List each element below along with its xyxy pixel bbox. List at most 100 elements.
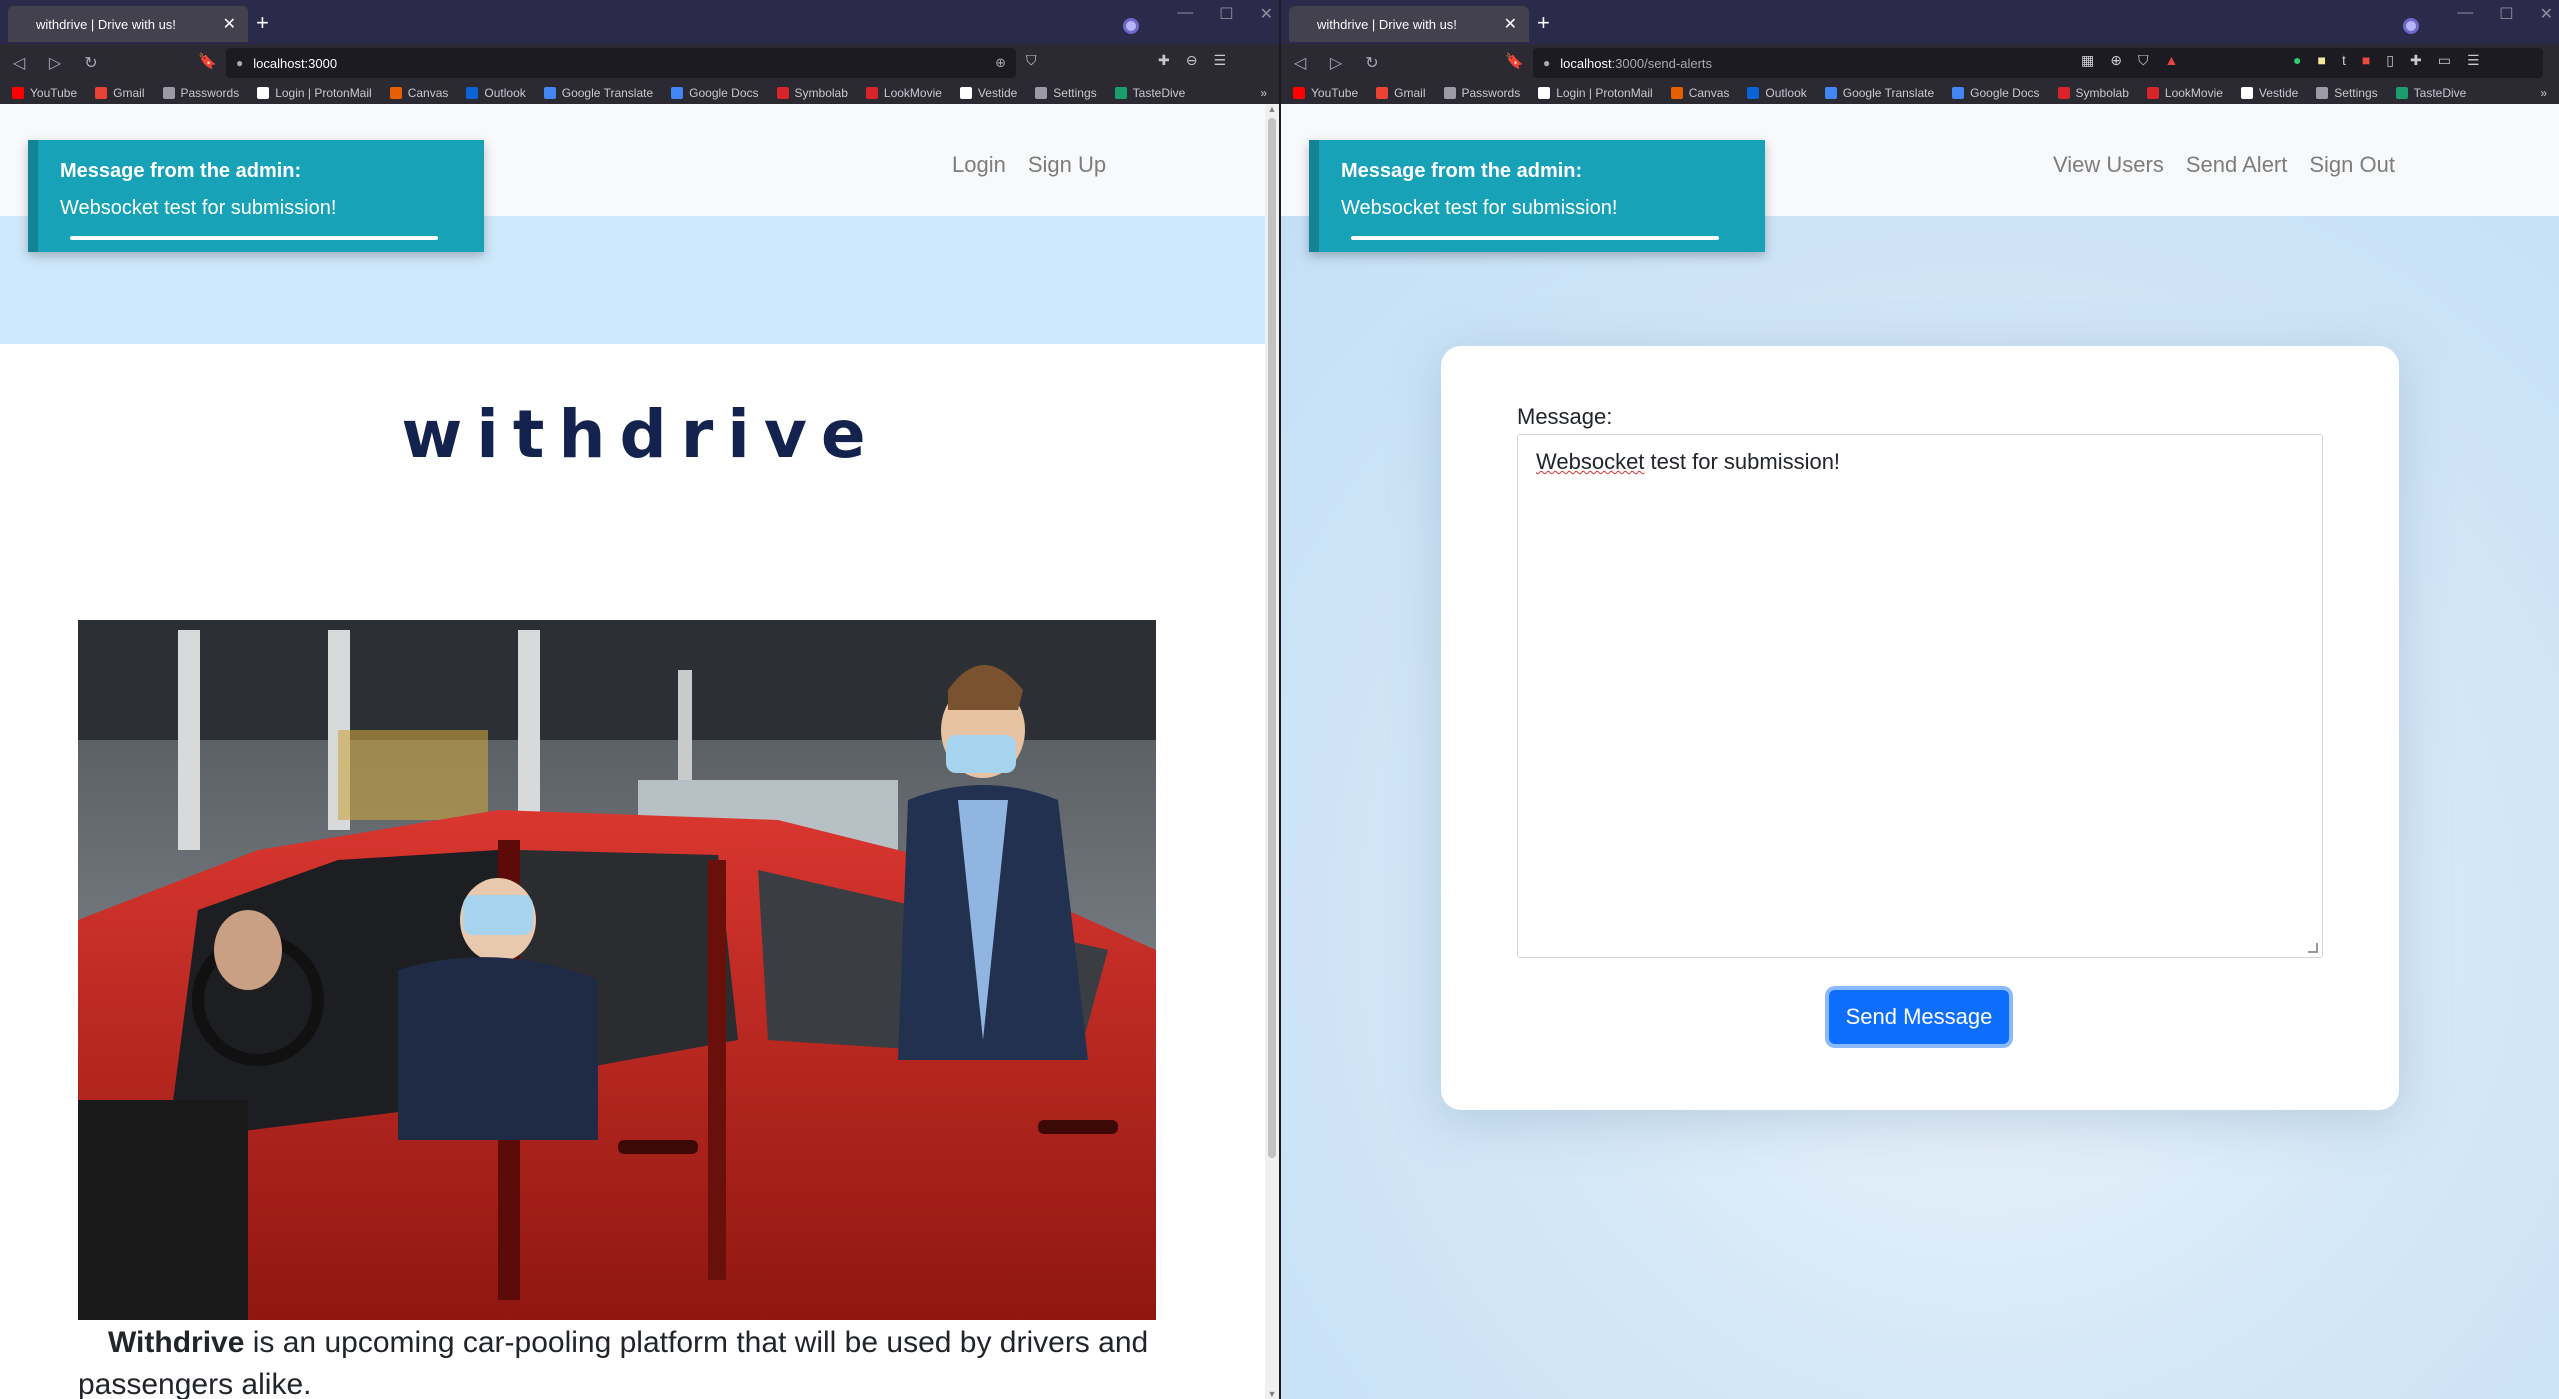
back-icon[interactable]: ◁ bbox=[10, 53, 28, 73]
page-scrollbar[interactable]: ▲ ▼ bbox=[1265, 104, 1279, 1399]
url-bar[interactable]: ● localhost:3000 ⊕ bbox=[226, 48, 1016, 78]
sign-out-link[interactable]: Sign Out bbox=[2309, 152, 2395, 178]
menu-icon[interactable]: ☰ bbox=[2467, 52, 2480, 69]
bookmark-item[interactable]: YouTube bbox=[1293, 86, 1358, 100]
extension-icons: ● ■ t ■ ▯ ✚ ▭ ☰ bbox=[2293, 52, 2480, 69]
minimize-icon[interactable]: — bbox=[2457, 4, 2473, 24]
page-content: View Users Send Alert Sign Out Message f… bbox=[1281, 104, 2559, 1399]
new-tab-icon[interactable]: + bbox=[1537, 10, 1550, 36]
resize-grip-icon[interactable] bbox=[2308, 943, 2318, 953]
warning-icon[interactable]: ▲ bbox=[2164, 52, 2178, 69]
close-tab-icon[interactable]: ✕ bbox=[223, 14, 236, 34]
browser-tab[interactable]: withdrive | Drive with us! ✕ bbox=[1289, 6, 1529, 42]
scroll-down-icon[interactable]: ▼ bbox=[1265, 1389, 1279, 1399]
bookmark-item[interactable]: Outlook bbox=[466, 86, 526, 100]
account-icon[interactable] bbox=[1123, 18, 1139, 34]
close-window-icon[interactable]: ✕ bbox=[2540, 4, 2553, 24]
info-icon[interactable]: ● bbox=[1543, 56, 1550, 70]
bookmark-item[interactable]: Login | ProtonMail bbox=[257, 86, 372, 100]
lock-icon[interactable]: ● bbox=[236, 56, 243, 70]
extension-doc-icon[interactable]: ▯ bbox=[2386, 52, 2394, 69]
extension-green-icon[interactable]: ● bbox=[2293, 52, 2301, 69]
more-bookmarks-icon[interactable]: » bbox=[2540, 86, 2547, 100]
window-controls: — ☐ ✕ bbox=[2457, 4, 2553, 24]
bookmark-label: Login | ProtonMail bbox=[1556, 86, 1653, 100]
toast-progress-bar bbox=[1351, 236, 1719, 240]
tab-title: withdrive | Drive with us! bbox=[1317, 16, 1457, 32]
bookmark-item[interactable]: Canvas bbox=[389, 86, 448, 100]
close-window-icon[interactable]: ✕ bbox=[1260, 4, 1273, 24]
bookmark-item[interactable]: Settings bbox=[1035, 86, 1097, 100]
scroll-thumb[interactable] bbox=[1268, 118, 1276, 1158]
bookmark-item[interactable]: Symbolab bbox=[776, 86, 848, 100]
window-icon[interactable]: ▭ bbox=[2438, 52, 2451, 69]
bookmark-item[interactable]: Google Translate bbox=[543, 86, 653, 100]
scroll-up-icon[interactable]: ▲ bbox=[1265, 104, 1279, 114]
maximize-icon[interactable]: ☐ bbox=[1219, 4, 1233, 24]
bookmark-item[interactable]: LookMovie bbox=[2146, 86, 2223, 100]
bookmark-favicon-icon bbox=[1035, 87, 1048, 99]
bookmark-item[interactable]: Passwords bbox=[1443, 86, 1520, 100]
send-alert-link[interactable]: Send Alert bbox=[2186, 152, 2288, 178]
new-tab-icon[interactable]: + bbox=[256, 10, 269, 36]
bookmark-item[interactable]: Passwords bbox=[162, 86, 239, 100]
extension-t-icon[interactable]: t bbox=[2342, 52, 2346, 69]
bookmark-item[interactable]: Google Docs bbox=[1952, 86, 2040, 100]
bookmark-label: LookMovie bbox=[2164, 86, 2223, 100]
extension-red-icon[interactable]: ■ bbox=[2362, 52, 2370, 69]
zoom-icon[interactable]: ⊕ bbox=[2110, 52, 2122, 69]
bookmark-label: TasteDive bbox=[1132, 86, 1186, 100]
account-icon[interactable] bbox=[2403, 18, 2419, 34]
bookmark-item[interactable]: Symbolab bbox=[2057, 86, 2129, 100]
shield-icon[interactable]: ⛉ bbox=[1026, 52, 1037, 69]
bookmark-item[interactable]: Login | ProtonMail bbox=[1538, 86, 1653, 100]
bookmark-item[interactable]: Settings bbox=[2316, 86, 2378, 100]
more-bookmarks-icon[interactable]: » bbox=[1260, 86, 1267, 100]
extension-note-icon[interactable]: ■ bbox=[2317, 52, 2325, 69]
bookmark-item[interactable]: Google Translate bbox=[1824, 86, 1934, 100]
bookmark-item[interactable]: Canvas bbox=[1670, 86, 1729, 100]
bookmark-item[interactable]: Gmail bbox=[1376, 86, 1426, 100]
nav-links: View Users Send Alert Sign Out bbox=[2053, 152, 2395, 178]
bookmark-item[interactable]: Outlook bbox=[1747, 86, 1807, 100]
view-users-link[interactable]: View Users bbox=[2053, 152, 2164, 178]
back-icon[interactable]: ◁ bbox=[1291, 53, 1309, 73]
bookmark-item[interactable]: YouTube bbox=[12, 86, 77, 100]
send-alert-card: Message: Websocket test for submission! … bbox=[1441, 346, 2399, 1110]
page-content: Login Sign Up Message from the admin: We… bbox=[0, 104, 1279, 1399]
signup-link[interactable]: Sign Up bbox=[1028, 152, 1106, 178]
bookmark-item[interactable]: Vestide bbox=[2240, 86, 2298, 100]
reload-icon[interactable]: ↻ bbox=[82, 53, 100, 73]
browser-tab[interactable]: withdrive | Drive with us! ✕ bbox=[8, 6, 248, 42]
bookmark-item[interactable]: Google Docs bbox=[671, 86, 759, 100]
maximize-icon[interactable]: ☐ bbox=[2499, 4, 2513, 24]
glasses-icon[interactable]: ⊖ bbox=[1186, 52, 1198, 69]
menu-icon[interactable]: ☰ bbox=[1213, 52, 1226, 69]
forward-icon[interactable]: ▷ bbox=[1327, 53, 1345, 73]
minimize-icon[interactable]: — bbox=[1177, 4, 1193, 24]
bookmark-page-icon[interactable]: 🔖 bbox=[198, 52, 217, 70]
bookmark-item[interactable]: TasteDive bbox=[2395, 86, 2466, 100]
send-message-button[interactable]: Send Message bbox=[1829, 990, 2009, 1044]
bookmark-favicon-icon bbox=[1114, 87, 1127, 99]
qr-icon[interactable]: ▦ bbox=[2081, 52, 2094, 69]
shield-icon[interactable]: ⛉ bbox=[2138, 52, 2149, 69]
bookmark-item[interactable]: TasteDive bbox=[1114, 86, 1186, 100]
url-path: :3000/send-alerts bbox=[1611, 55, 1713, 71]
bookmark-item[interactable]: Vestide bbox=[959, 86, 1017, 100]
puzzle-icon[interactable]: ✚ bbox=[1158, 52, 1170, 69]
bookmark-label: Outlook bbox=[1765, 86, 1807, 100]
bookmark-item[interactable]: LookMovie bbox=[865, 86, 942, 100]
bookmark-item[interactable]: Gmail bbox=[95, 86, 145, 100]
close-tab-icon[interactable]: ✕ bbox=[1504, 14, 1517, 34]
reload-icon[interactable]: ↻ bbox=[1363, 53, 1381, 73]
login-link[interactable]: Login bbox=[952, 152, 1006, 178]
bookmark-label: Gmail bbox=[1394, 86, 1426, 100]
forward-icon[interactable]: ▷ bbox=[46, 53, 64, 73]
bookmark-page-icon[interactable]: 🔖 bbox=[1505, 52, 1524, 70]
message-textarea[interactable]: Websocket test for submission! bbox=[1517, 434, 2323, 958]
puzzle-icon[interactable]: ✚ bbox=[2410, 52, 2422, 69]
bookmark-favicon-icon bbox=[1952, 87, 1965, 99]
bookmark-label: Settings bbox=[1053, 86, 1097, 100]
zoom-icon[interactable]: ⊕ bbox=[995, 55, 1006, 71]
